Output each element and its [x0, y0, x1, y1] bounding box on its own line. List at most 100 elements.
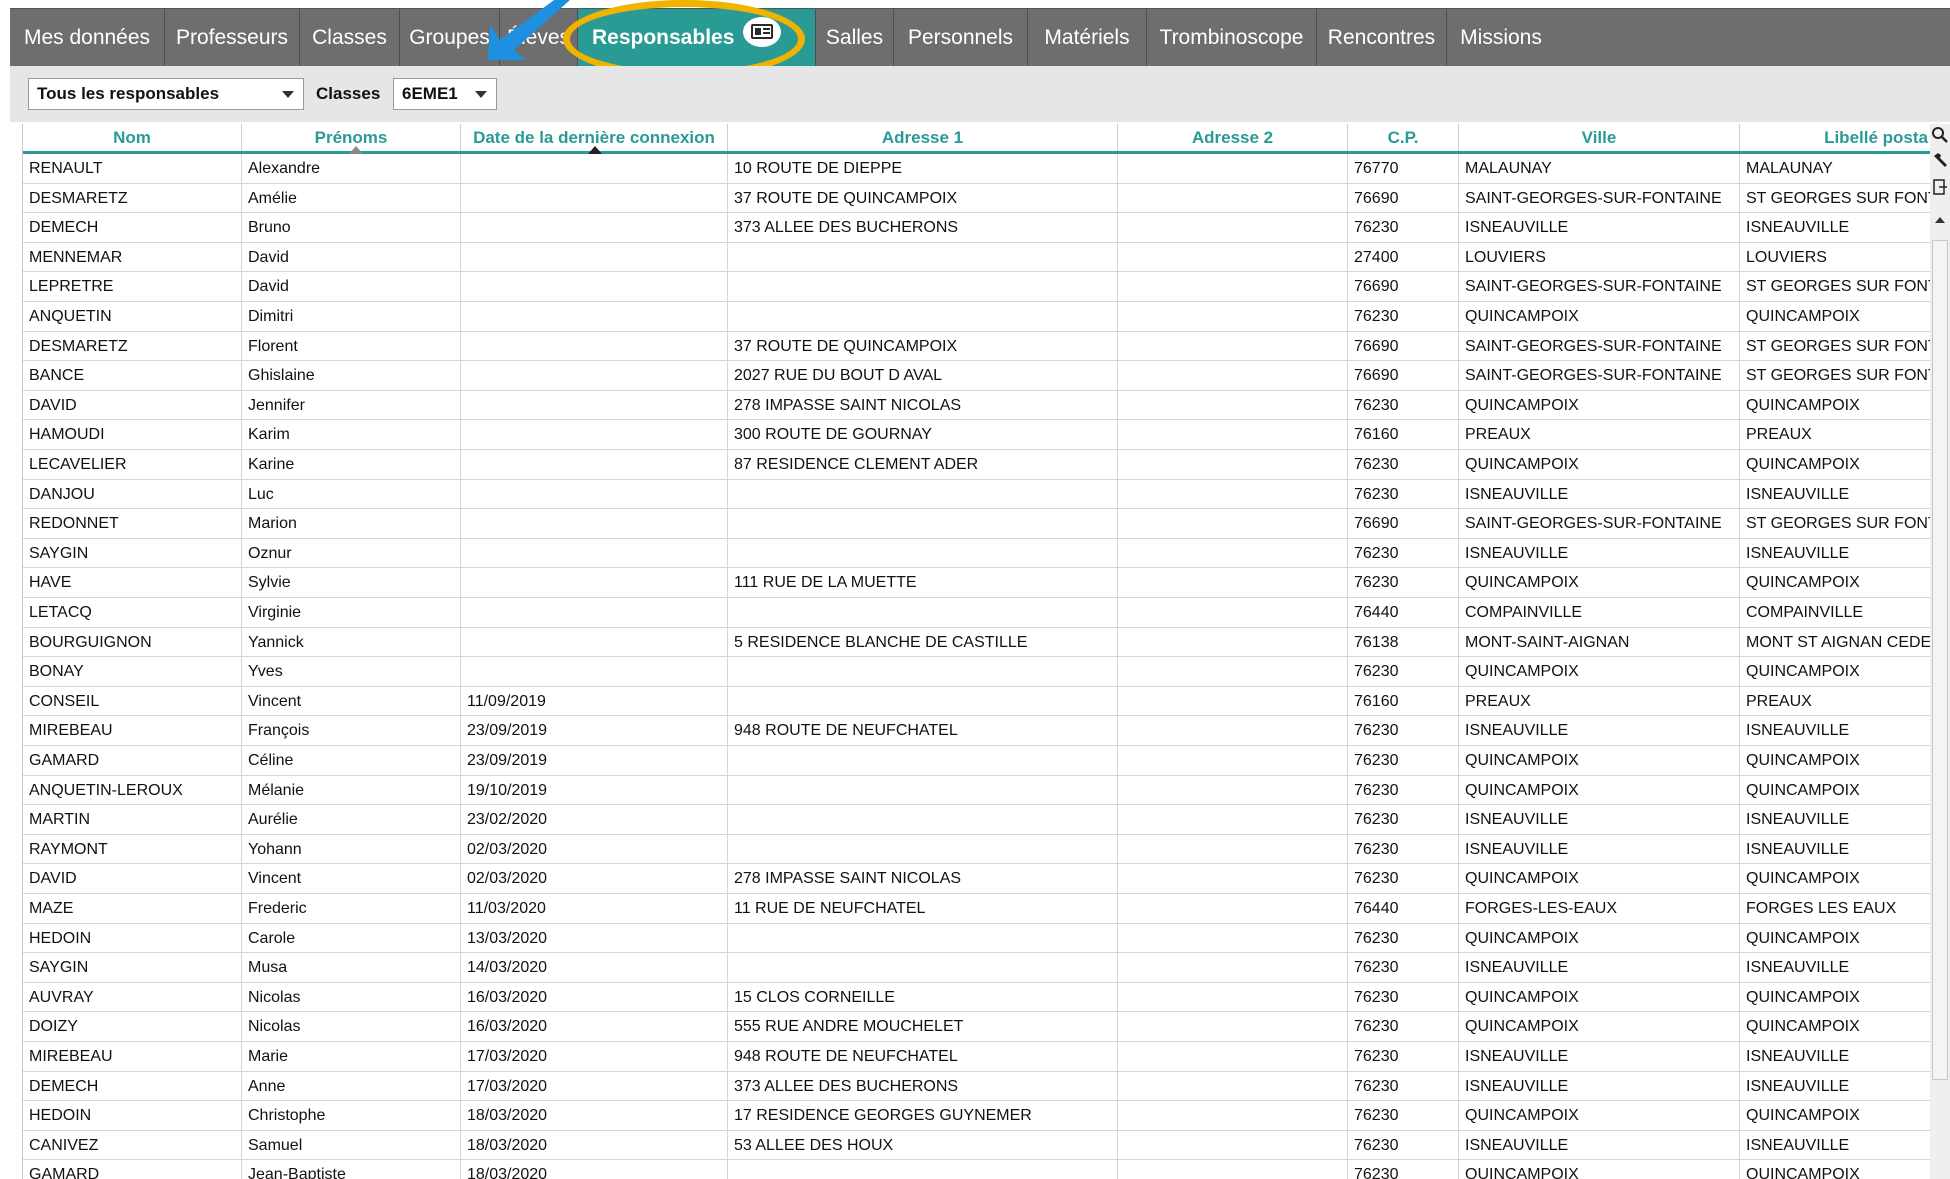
- table-row[interactable]: REDONNET Marion 76690 SAINT-GEORGES-SUR-FON…: [23, 509, 1931, 539]
- column-header-nom[interactable]: Nom: [23, 124, 242, 151]
- tab-salles[interactable]: Salles: [816, 9, 894, 67]
- cell-adresse-1: [728, 657, 1118, 687]
- cell-ville: QUINCAMPOIX: [1459, 450, 1740, 479]
- export-icon[interactable]: [1931, 178, 1949, 196]
- cell-cp: 76230: [1348, 657, 1459, 687]
- tab-eleves[interactable]: Élèves: [500, 9, 578, 67]
- table-row[interactable]: GAMARD Jean-Baptiste 18/03/2020 76230 QUINCA…: [23, 1160, 1931, 1179]
- cell-libelle-postal: ISNEAUVILLE: [1740, 1130, 1931, 1160]
- table-row[interactable]: DEMECH Anne 17/03/2020 373 ALLEE DES BUCHER…: [23, 1071, 1931, 1102]
- table-row[interactable]: BANCE Ghislaine 2027 RUE DU BOUT D AVAL 766…: [23, 361, 1931, 391]
- chevron-down-icon: [282, 91, 294, 98]
- cell-cp: 76230: [1348, 834, 1459, 864]
- cell-libelle-postal: ST GEORGES SUR FONT: [1740, 509, 1931, 539]
- table-row[interactable]: MIREBEAU Marie 17/03/2020 948 ROUTE DE NEUF…: [23, 1042, 1931, 1072]
- table-row[interactable]: LETACQ Virginie 76440 COMPAINVILLE COMPAINVI…: [23, 598, 1931, 628]
- tab-responsables-label: Responsables: [592, 26, 735, 49]
- cell-derniere-connexion: [461, 242, 728, 272]
- column-header-cp[interactable]: C.P.: [1348, 124, 1459, 151]
- table-row[interactable]: RAYMONT Yohann 02/03/2020 76230 ISNEAUVILLE I…: [23, 834, 1931, 865]
- table-row[interactable]: BOURGUIGNON Yannick 5 RESIDENCE BLANCHE DE…: [23, 627, 1931, 658]
- cell-nom: GAMARD: [23, 746, 242, 775]
- table-row[interactable]: ANQUETIN Dimitri 76230 QUINCAMPOIX QUINCAMPO…: [23, 302, 1931, 332]
- cell-prenoms: Anne: [242, 1071, 461, 1101]
- table-row[interactable]: LEPRETRE David 76690 SAINT-GEORGES-SUR-FONT…: [23, 272, 1931, 302]
- cell-adresse-2: [1118, 1101, 1348, 1131]
- column-header-libelle-postal[interactable]: Libellé posta: [1740, 124, 1931, 151]
- tab-trombinoscope[interactable]: Trombinoscope: [1147, 9, 1317, 67]
- wrench-icon[interactable]: [1931, 152, 1949, 170]
- table-row[interactable]: SAYGIN Musa 14/03/2020 76230 ISNEAUVILLE ISNE…: [23, 953, 1931, 983]
- table-row[interactable]: GAMARD Céline 23/09/2019 76230 QUINCAMPOIX QU…: [23, 746, 1931, 776]
- cell-nom: HEDOIN: [23, 1101, 242, 1131]
- classes-select[interactable]: 6EME1: [393, 78, 497, 110]
- tab-missions[interactable]: Missions: [1447, 9, 1555, 67]
- table-row[interactable]: DESMARETZ Amélie 37 ROUTE DE QUINCAMPOIX 76…: [23, 183, 1931, 214]
- vertical-scrollbar[interactable]: [1932, 240, 1948, 1080]
- search-icon[interactable]: [1931, 126, 1949, 144]
- tab-mes-donnees[interactable]: Mes données: [10, 9, 165, 67]
- table-row[interactable]: MIREBEAU François 23/09/2019 948 ROUTE DE N…: [23, 716, 1931, 746]
- table-row[interactable]: DEMECH Bruno 373 ALLEE DES BUCHERONS 76230 I…: [23, 213, 1931, 243]
- cell-nom: MARTIN: [23, 805, 242, 835]
- table-row[interactable]: MARTIN Aurélie 23/02/2020 76230 ISNEAUVILLE I…: [23, 805, 1931, 835]
- cell-derniere-connexion: 17/03/2020: [461, 1042, 728, 1071]
- column-header-adresse-2[interactable]: Adresse 2: [1118, 124, 1348, 151]
- column-header-adresse-1[interactable]: Adresse 1: [728, 124, 1118, 151]
- cell-libelle-postal: ST GEORGES SUR FONT: [1740, 272, 1931, 302]
- cell-nom: SAYGIN: [23, 538, 242, 568]
- cell-adresse-2: [1118, 598, 1348, 627]
- table-row[interactable]: DAVID Jennifer 278 IMPASSE SAINT NICOLAS 76…: [23, 390, 1931, 421]
- table-row[interactable]: HEDOIN Christophe 18/03/2020 17 RESIDENCE G…: [23, 1101, 1931, 1131]
- cell-prenoms: Karine: [242, 450, 461, 479]
- tab-rencontres[interactable]: Rencontres: [1317, 9, 1447, 67]
- cell-adresse-1: 37 ROUTE DE QUINCAMPOIX: [728, 183, 1118, 213]
- cell-libelle-postal: ST GEORGES SUR FONT: [1740, 183, 1931, 213]
- table-row[interactable]: HAVE Sylvie 111 RUE DE LA MUETTE 76230 QUINC…: [23, 568, 1931, 598]
- cell-cp: 76230: [1348, 864, 1459, 894]
- cell-cp: 76230: [1348, 775, 1459, 805]
- cell-adresse-1: [728, 538, 1118, 568]
- table-row[interactable]: BONAY Yves 76230 QUINCAMPOIX QUINCAMPOIX: [23, 657, 1931, 687]
- cell-adresse-2: [1118, 538, 1348, 568]
- table-row[interactable]: DESMARETZ Florent 37 ROUTE DE QUINCAMPOIX 7…: [23, 331, 1931, 362]
- scroll-up-icon[interactable]: [1931, 212, 1949, 230]
- table-row[interactable]: CANIVEZ Samuel 18/03/2020 53 ALLEE DES HOUX…: [23, 1130, 1931, 1161]
- table-row[interactable]: DANJOU Luc 76230 ISNEAUVILLE ISNEAUVILLE: [23, 479, 1931, 510]
- cell-cp: 76230: [1348, 302, 1459, 331]
- cell-cp: 76230: [1348, 953, 1459, 983]
- cell-nom: BONAY: [23, 657, 242, 687]
- column-header-ville[interactable]: Ville: [1459, 124, 1740, 151]
- card-icon[interactable]: [743, 17, 781, 47]
- cell-prenoms: Florent: [242, 331, 461, 361]
- table-row[interactable]: HAMOUDI Karim 300 ROUTE DE GOURNAY 76160 PRE…: [23, 420, 1931, 450]
- table-row[interactable]: LECAVELIER Karine 87 RESIDENCE CLEMENT ADE…: [23, 450, 1931, 480]
- tab-responsables[interactable]: Responsables: [578, 9, 816, 67]
- cell-adresse-1: [728, 479, 1118, 509]
- cell-nom: CANIVEZ: [23, 1130, 242, 1160]
- table-row[interactable]: DOIZY Nicolas 16/03/2020 555 RUE ANDRE MOUC…: [23, 1012, 1931, 1042]
- table-row[interactable]: MENNEMAR David 27400 LOUVIERS LOUVIERS: [23, 242, 1931, 273]
- cell-nom: MIREBEAU: [23, 1042, 242, 1071]
- table-row[interactable]: ANQUETIN-LEROUX Mélanie 19/10/2019 76230 QUI…: [23, 775, 1931, 806]
- table-row[interactable]: RENAULT Alexandre 10 ROUTE DE DIEPPE 76770 M…: [23, 154, 1931, 184]
- table-row[interactable]: MAZE Frederic 11/03/2020 11 RUE DE NEUFCHAT…: [23, 894, 1931, 924]
- table-row[interactable]: CONSEIL Vincent 11/09/2019 76160 PREAUX PREAU…: [23, 686, 1931, 717]
- cell-derniere-connexion: 16/03/2020: [461, 1012, 728, 1042]
- tab-personnels[interactable]: Personnels: [894, 9, 1028, 67]
- tab-professeurs[interactable]: Professeurs: [165, 9, 300, 67]
- responsables-select[interactable]: Tous les responsables: [28, 78, 304, 110]
- table-row[interactable]: HEDOIN Carole 13/03/2020 76230 QUINCAMPOIX QU…: [23, 923, 1931, 954]
- cell-adresse-1: 111 RUE DE LA MUETTE: [728, 568, 1118, 598]
- cell-ville: FORGES-LES-EAUX: [1459, 894, 1740, 923]
- cell-derniere-connexion: 23/09/2019: [461, 716, 728, 746]
- table-row[interactable]: SAYGIN Oznur 76230 ISNEAUVILLE ISNEAUVILLE: [23, 538, 1931, 569]
- cell-adresse-1: [728, 242, 1118, 272]
- tab-classes[interactable]: Classes: [300, 9, 400, 67]
- cell-prenoms: Aurélie: [242, 805, 461, 835]
- table-row[interactable]: AUVRAY Nicolas 16/03/2020 15 CLOS CORNEILLE…: [23, 982, 1931, 1013]
- tab-groupes[interactable]: Groupes: [400, 9, 500, 67]
- cell-adresse-2: [1118, 390, 1348, 420]
- tab-materiels[interactable]: Matériels: [1028, 9, 1147, 67]
- table-row[interactable]: DAVID Vincent 02/03/2020 278 IMPASSE SAINT …: [23, 864, 1931, 894]
